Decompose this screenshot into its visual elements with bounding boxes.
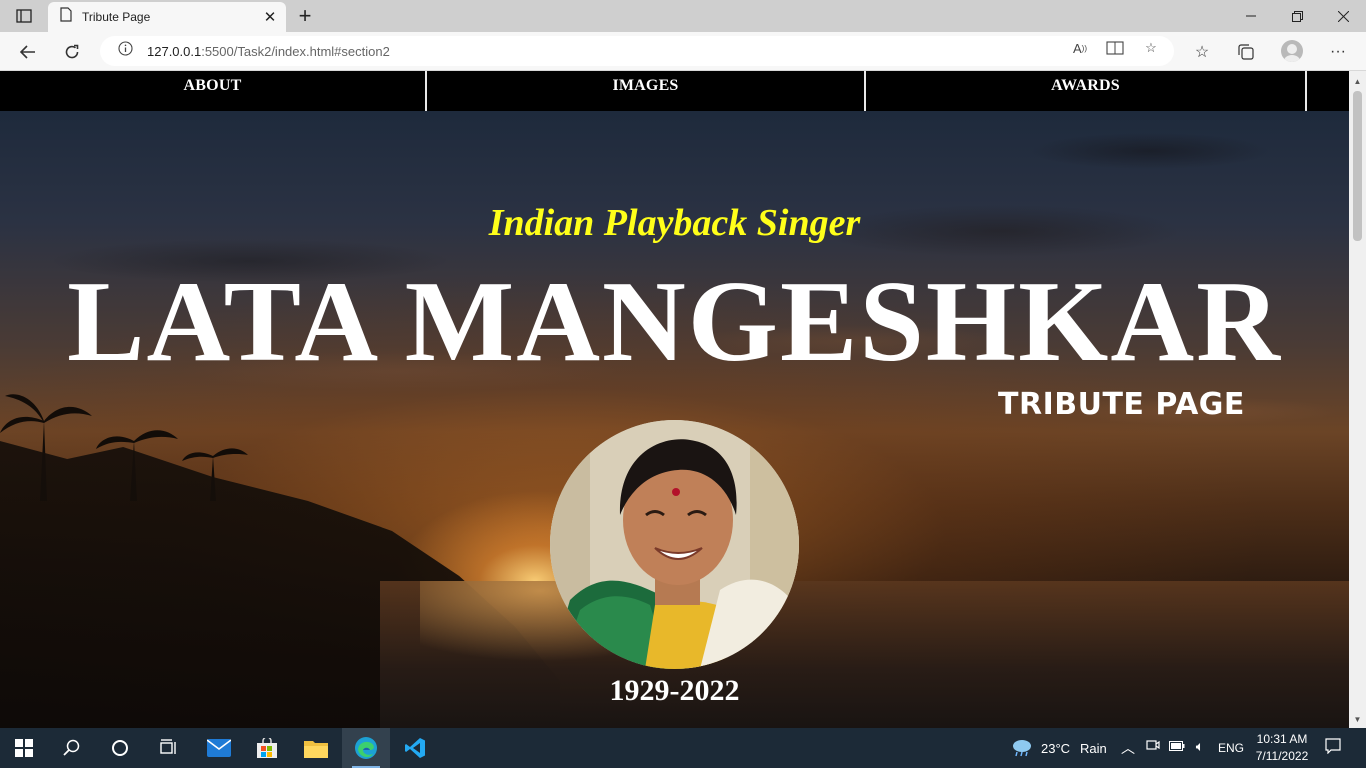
edge-browser-icon[interactable] xyxy=(342,728,390,768)
browser-tab[interactable]: Tribute Page ✕ xyxy=(48,2,286,32)
nav-link-images[interactable]: IMAGES xyxy=(427,71,864,111)
clock[interactable]: 10:31 AM 7/11/2022 xyxy=(1246,731,1318,765)
search-icon[interactable] xyxy=(48,728,96,768)
singer-portrait xyxy=(550,420,799,669)
windows-taskbar: 23°C Rain ︿ 🔈︎ ENG 10:31 AM 7/11/2022 xyxy=(0,728,1366,768)
favorites-icon[interactable]: ☆ xyxy=(1186,36,1218,68)
task-view-icon[interactable] xyxy=(144,728,192,768)
scroll-up-icon[interactable]: ▲ xyxy=(1349,73,1366,90)
page-subtitle: Indian Playback Singer xyxy=(488,202,861,244)
url-text: 127.0.0.1:5500/Task2/index.html#section2 xyxy=(147,44,390,59)
show-hidden-icons-chevron-icon[interactable]: ︿ xyxy=(1118,738,1138,758)
cortana-icon[interactable] xyxy=(96,728,144,768)
address-toolbar: 127.0.0.1:5500/Task2/index.html#section2… xyxy=(0,32,1366,71)
scroll-thumb[interactable] xyxy=(1353,91,1362,241)
url-path: :5500/Task2/index.html#section2 xyxy=(201,43,390,59)
start-icon[interactable] xyxy=(0,728,48,768)
file-explorer-icon[interactable] xyxy=(292,728,340,768)
more-options-icon[interactable]: ··· xyxy=(1322,36,1354,68)
weather-temp[interactable]: 23°C xyxy=(1041,741,1070,756)
new-tab-button[interactable]: + xyxy=(292,3,318,28)
life-years: 1929-2022 xyxy=(609,674,740,707)
vscode-icon[interactable] xyxy=(391,728,439,768)
add-favorite-icon[interactable]: ☆ xyxy=(1141,40,1161,56)
back-icon[interactable] xyxy=(12,36,44,68)
volume-icon[interactable]: 🔈︎ xyxy=(1190,738,1210,755)
close-window-icon[interactable] xyxy=(1320,0,1366,32)
tab-actions-icon[interactable] xyxy=(8,5,40,27)
hero-section: Indian Playback Singer LATA MANGESHKAR T… xyxy=(0,111,1349,728)
mail-icon[interactable] xyxy=(195,728,243,768)
info-icon[interactable] xyxy=(118,41,133,61)
profile-avatar[interactable] xyxy=(1281,40,1303,62)
browser-tab-bar: Tribute Page ✕ + xyxy=(0,0,1366,32)
page-title: LATA MANGESHKAR xyxy=(67,258,1282,386)
page-viewport: ABOUT IMAGES AWARDS Indian Playback Sing… xyxy=(0,71,1349,728)
weather-desc[interactable]: Rain xyxy=(1080,741,1107,756)
minimize-icon[interactable] xyxy=(1228,0,1274,32)
nav-divider xyxy=(1305,71,1307,111)
scroll-down-icon[interactable]: ▼ xyxy=(1349,711,1366,728)
url-host: 127.0.0.1 xyxy=(147,43,202,59)
clock-date: 7/11/2022 xyxy=(1255,749,1309,763)
meet-now-icon[interactable] xyxy=(1143,738,1163,755)
refresh-icon[interactable] xyxy=(56,36,88,68)
clock-time: 10:31 AM xyxy=(1256,732,1308,746)
immersive-reader-icon[interactable] xyxy=(1105,40,1125,56)
nav-link-about[interactable]: ABOUT xyxy=(0,71,425,111)
restore-icon[interactable] xyxy=(1274,0,1320,32)
store-icon[interactable] xyxy=(243,728,291,768)
site-navbar: ABOUT IMAGES AWARDS xyxy=(0,71,1349,111)
tab-title: Tribute Page xyxy=(82,10,151,24)
weather-icon[interactable] xyxy=(1011,737,1031,760)
read-aloud-icon[interactable]: A)) xyxy=(1070,40,1090,56)
page-icon xyxy=(60,7,72,27)
battery-icon[interactable] xyxy=(1167,738,1187,754)
tribute-label: TRIBUTE PAGE xyxy=(998,387,1245,422)
collections-icon[interactable] xyxy=(1230,36,1262,68)
close-tab-icon[interactable]: ✕ xyxy=(262,9,278,26)
url-bar[interactable]: 127.0.0.1:5500/Task2/index.html#section2 xyxy=(100,36,1174,66)
notifications-icon[interactable] xyxy=(1323,738,1343,757)
nav-link-awards[interactable]: AWARDS xyxy=(866,71,1305,111)
page-scrollbar[interactable]: ▲ ▼ xyxy=(1349,71,1366,728)
input-language[interactable]: ENG xyxy=(1218,741,1244,755)
